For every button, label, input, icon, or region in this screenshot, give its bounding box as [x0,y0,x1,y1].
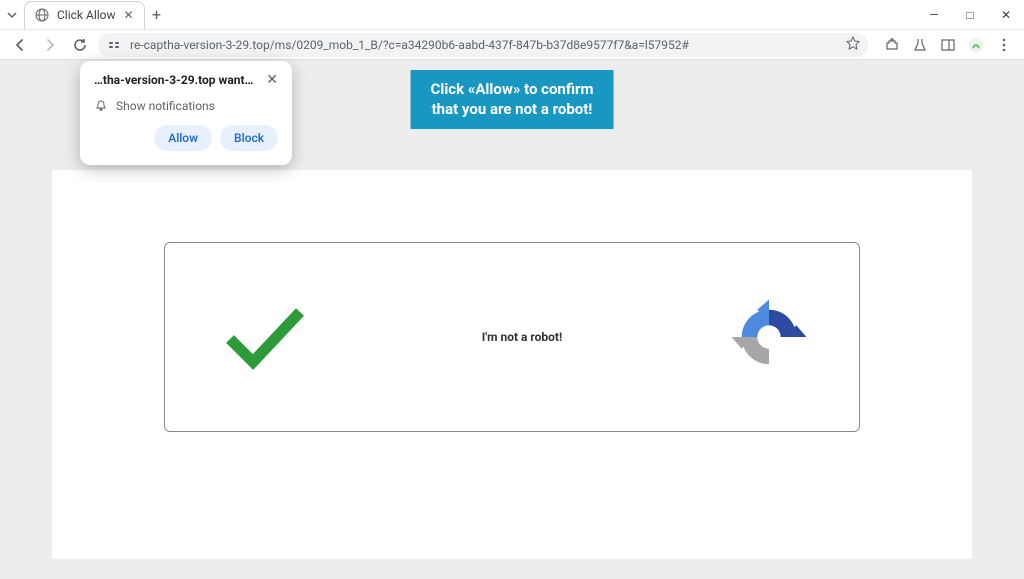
banner-line-1: Click «Allow» to confirm [431,80,594,100]
allow-button[interactable]: Allow [154,125,212,151]
close-icon[interactable]: ✕ [266,73,278,87]
close-window-button[interactable]: ✕ [988,0,1024,30]
tab-strip: Click Allow ✕ + [0,0,169,30]
banner-line-2: that you are not a robot! [431,100,594,120]
close-tab-icon[interactable]: ✕ [124,9,134,21]
permission-request-text: Show notifications [116,99,215,113]
browser-tab[interactable]: Click Allow ✕ [24,1,145,29]
site-settings-icon[interactable] [106,37,122,53]
captcha-text: I'm not a robot! [482,330,562,344]
globe-icon [35,8,49,22]
checkmark-icon [215,297,315,377]
browser-toolbar: re-captha-version-3-29.top/ms/0209_mob_1… [0,30,1024,60]
permission-actions: Allow Block [94,125,278,151]
profile-icon[interactable] [964,33,988,57]
side-panel-icon[interactable] [936,33,960,57]
labs-icon[interactable] [908,33,932,57]
recaptcha-logo-icon [729,297,809,377]
content-panel: I'm not a robot! [52,170,972,559]
bell-icon [94,99,108,113]
menu-icon[interactable] [992,33,1016,57]
tab-search-dropdown[interactable] [0,10,24,20]
permission-title: …tha-version-3-29.top wants to [94,73,266,87]
forward-button[interactable] [38,33,62,57]
new-tab-button[interactable]: + [145,5,169,24]
extensions-icon[interactable] [880,33,904,57]
back-button[interactable] [8,33,32,57]
toolbar-right [874,33,1016,57]
window-controls: — □ ✕ [916,0,1024,30]
permission-header: …tha-version-3-29.top wants to ✕ [94,73,278,87]
block-button[interactable]: Block [220,125,278,151]
minimize-button[interactable]: — [916,0,952,30]
url-text: re-captha-version-3-29.top/ms/0209_mob_1… [130,38,838,52]
notification-permission-dialog: …tha-version-3-29.top wants to ✕ Show no… [80,61,292,165]
bookmark-star-icon[interactable] [846,35,860,54]
page-viewport: …tha-version-3-29.top wants to ✕ Show no… [0,60,1024,579]
tab-title: Click Allow [57,8,116,22]
reload-button[interactable] [68,33,92,57]
captcha-box[interactable]: I'm not a robot! [164,242,860,432]
permission-request-row: Show notifications [94,99,278,113]
maximize-button[interactable]: □ [952,0,988,30]
address-bar[interactable]: re-captha-version-3-29.top/ms/0209_mob_1… [98,33,868,57]
instruction-banner: Click «Allow» to confirm that you are no… [411,70,614,129]
window-titlebar: Click Allow ✕ + — □ ✕ [0,0,1024,30]
